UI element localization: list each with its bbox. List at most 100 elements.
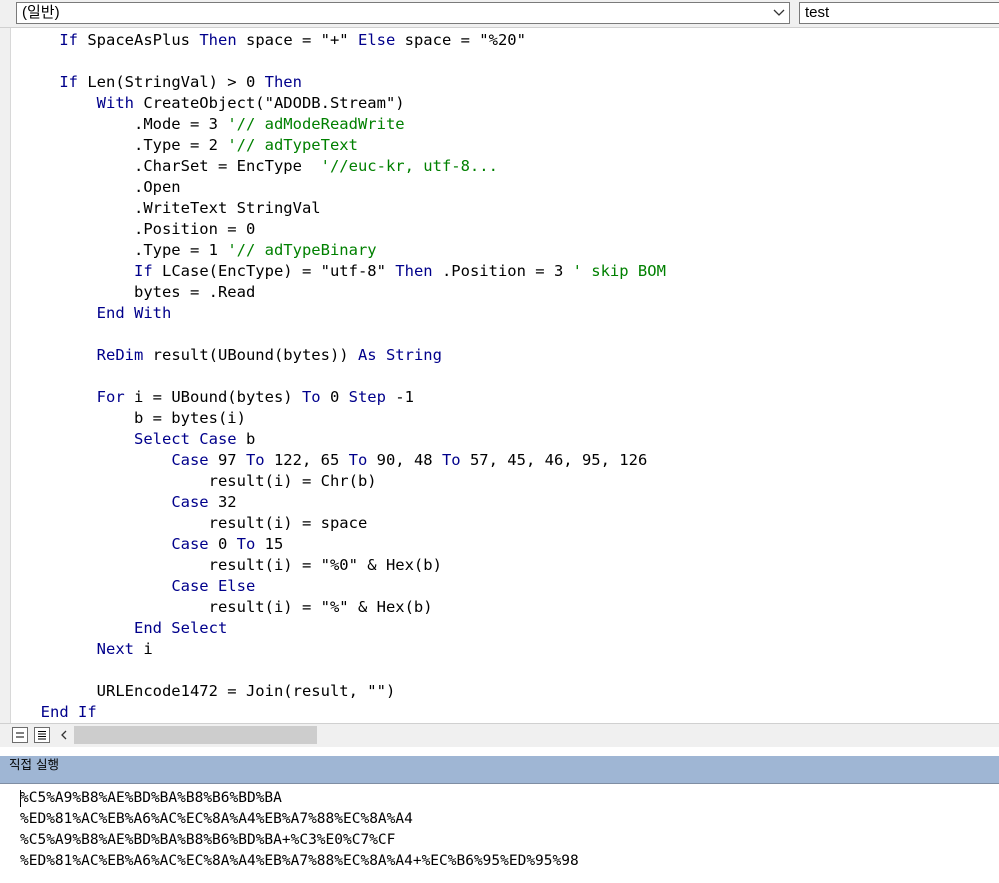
immediate-window[interactable]: %C5%A9%B8%AE%BD%BA%B8%B6%BD%BA %ED%81%AC… — [0, 783, 999, 883]
procedure-combo[interactable]: test — [799, 2, 999, 24]
code-keyword: If — [59, 31, 78, 49]
code-text: SpaceAsPlus — [78, 31, 200, 49]
procedure-view-icon — [16, 732, 24, 738]
full-module-view-icon — [38, 731, 46, 740]
code-keyword: To — [245, 451, 265, 469]
code-line: With CreateObject("ADODB.Stream") — [22, 93, 405, 114]
code-text: -1 — [385, 388, 414, 406]
code-keyword: Case — [171, 451, 209, 469]
code-keyword: Then — [395, 262, 433, 280]
code-line: .WriteText StringVal — [22, 198, 321, 219]
code-keyword: End Select — [133, 619, 228, 637]
code-text: .Position = 3 — [432, 262, 573, 280]
code-line: Select Case b — [22, 429, 255, 450]
code-keyword: End If — [40, 703, 97, 721]
code-text: CreateObject("ADODB.Stream") — [133, 94, 405, 112]
code-line: .Position = 0 — [22, 219, 255, 240]
full-module-view-button[interactable] — [34, 727, 50, 743]
procedure-combo-value: test — [805, 4, 830, 21]
code-text: i = UBound(bytes) — [124, 388, 302, 406]
code-text: .Mode = 3 — [22, 115, 228, 133]
code-line: ReDim result(UBound(bytes)) As String — [22, 345, 442, 366]
code-text: 0 — [208, 535, 237, 553]
code-line: Case 32 — [22, 492, 237, 513]
code-comment: ' skip BOM — [572, 262, 666, 280]
code-editor[interactable]: If SpaceAsPlus Then space = "+" Else spa… — [0, 28, 999, 723]
chevron-left-icon — [61, 730, 67, 740]
code-line: End With — [22, 303, 172, 324]
code-line: b = bytes(i) — [22, 408, 246, 429]
code-line: For i = UBound(bytes) To 0 Step -1 — [22, 387, 414, 408]
code-line: If LCase(EncType) = "utf-8" Then .Positi… — [22, 261, 666, 282]
code-line: End If — [22, 702, 97, 723]
code-keyword: Then — [199, 31, 237, 49]
margin-indicator-bar[interactable] — [0, 28, 11, 723]
code-comment: '//euc-kr, utf-8... — [320, 157, 498, 175]
code-line: result(i) = Chr(b) — [22, 471, 377, 492]
code-text: result(i) = "%0" & Hex(b) — [22, 556, 442, 574]
code-keyword: To — [348, 451, 368, 469]
code-keyword: ReDim — [96, 346, 144, 364]
code-text: 32 — [208, 493, 237, 511]
code-text: space = "%20" — [395, 31, 526, 49]
code-keyword: To — [441, 451, 461, 469]
code-line: .Type = 1 '// adTypeBinary — [22, 240, 377, 261]
code-keyword: Case Else — [171, 577, 256, 595]
code-line: result(i) = space — [22, 513, 368, 534]
scroll-thumb[interactable] — [74, 726, 317, 744]
code-line: Case 97 To 122, 65 To 90, 48 To 57, 45, … — [22, 450, 647, 471]
code-text: result(i) = "%" & Hex(b) — [22, 598, 433, 616]
object-combo[interactable]: (일반) — [16, 2, 790, 24]
procedure-view-button[interactable] — [12, 727, 28, 743]
code-text: bytes = .Read — [22, 283, 256, 301]
immediate-output-line: %C5%A9%B8%AE%BD%BA%B8%B6%BD%BA+%C3%E0%C7… — [20, 832, 396, 848]
code-keyword: Next — [96, 640, 134, 658]
code-comment: '// adTypeBinary — [227, 241, 377, 259]
code-text: 15 — [255, 535, 284, 553]
code-keyword: Step — [348, 388, 386, 406]
code-text: .CharSet = EncType — [22, 157, 321, 175]
code-text: 90, 48 — [367, 451, 442, 469]
code-keyword: Select Case — [133, 430, 237, 448]
code-keyword: With — [96, 94, 134, 112]
code-keyword: If — [59, 73, 78, 91]
code-keyword: As String — [357, 346, 442, 364]
immediate-output-line: %ED%81%AC%EB%A6%AC%EC%8A%A4%EB%A7%88%EC%… — [20, 811, 413, 827]
code-keyword: Else — [357, 31, 396, 49]
code-text: 122, 65 — [264, 451, 349, 469]
scroll-left-button[interactable] — [56, 727, 72, 743]
code-comment: '// adModeReadWrite — [227, 115, 405, 133]
chevron-down-icon[interactable] — [769, 3, 789, 23]
code-line: URLEncode1472 = Join(result, "") — [22, 681, 396, 702]
code-line: result(i) = "%0" & Hex(b) — [22, 555, 442, 576]
code-text: 0 — [320, 388, 349, 406]
code-text: 57, 45, 46, 95, 126 — [460, 451, 648, 469]
code-text: 97 — [208, 451, 246, 469]
code-text: space = "+" — [236, 31, 358, 49]
code-line: .Mode = 3 '// adModeReadWrite — [22, 114, 405, 135]
code-text: b — [236, 430, 256, 448]
code-line: Next i — [22, 639, 153, 660]
code-text: .WriteText StringVal — [22, 199, 321, 217]
code-line: bytes = .Read — [22, 282, 255, 303]
code-keyword: To — [301, 388, 321, 406]
code-line: .Type = 2 '// adTypeText — [22, 135, 358, 156]
code-text: result(i) = space — [22, 514, 368, 532]
code-hscroll-bar[interactable] — [0, 723, 999, 747]
code-text: result(UBound(bytes)) — [143, 346, 358, 364]
code-keyword: End With — [96, 304, 172, 322]
code-line: .Open — [22, 177, 181, 198]
code-keyword: For — [96, 388, 125, 406]
code-text: Len(StringVal) > 0 — [78, 73, 265, 91]
